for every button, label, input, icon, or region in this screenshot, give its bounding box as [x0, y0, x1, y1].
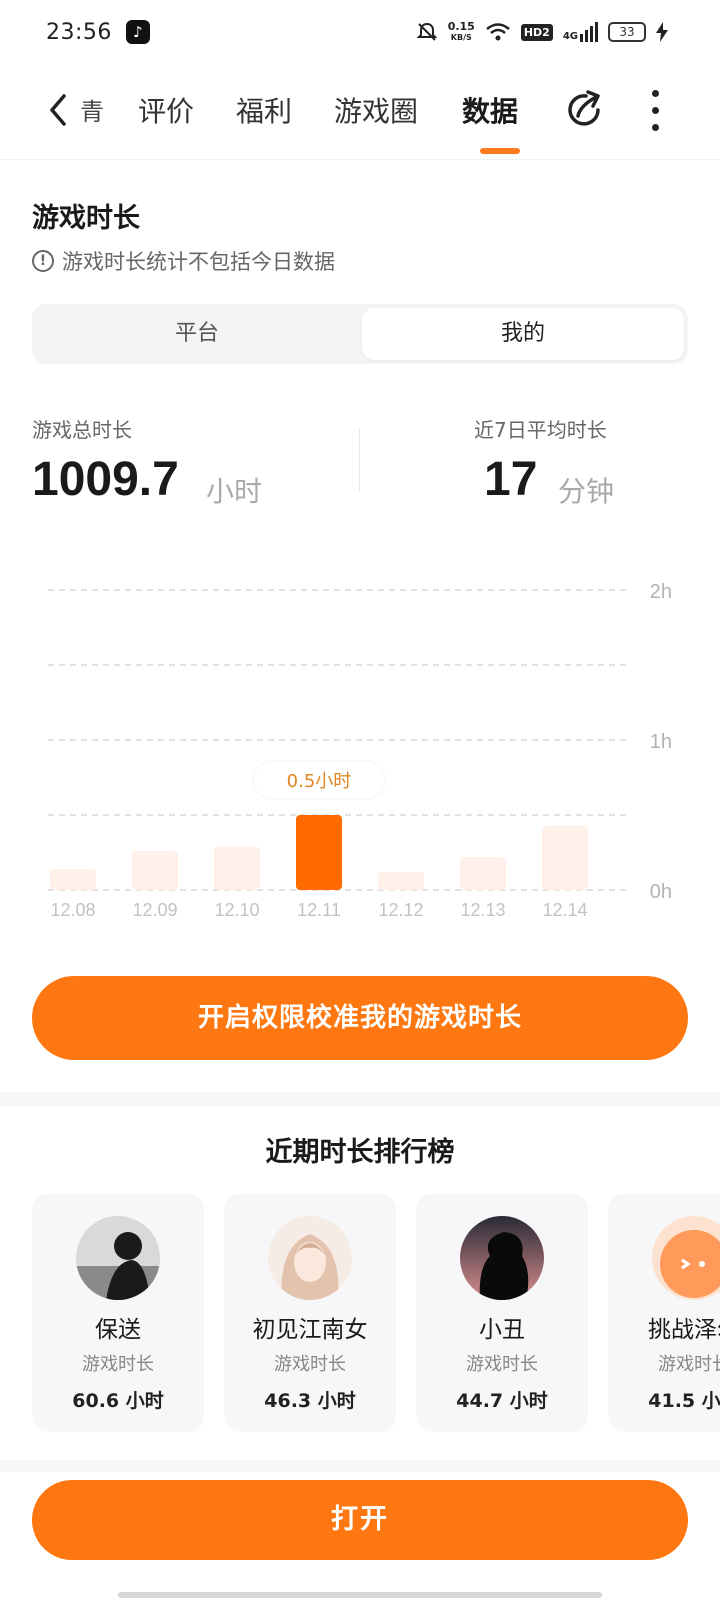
- charging-icon: [656, 22, 668, 42]
- chart-bar: [214, 846, 260, 890]
- chart-x-tick-label: 12.14: [542, 900, 587, 920]
- segment-platform[interactable]: 平台: [36, 308, 358, 360]
- network-type: 4G: [562, 31, 578, 42]
- play-time-bar-chart: 0h 1h 2h 12.08 12.09 12.10 12.11 0.5小时 12.12 12.1…: [48, 581, 672, 920]
- leaderboard-card[interactable]: 初见江南女 游戏时长 46.3 小时: [224, 1194, 396, 1432]
- total-time-unit: 小时: [206, 475, 263, 508]
- total-time-label: 游戏总时长: [32, 418, 132, 442]
- leaderboard-card[interactable]: 小丑 游戏时长 44.7 小时: [416, 1194, 588, 1432]
- share-icon[interactable]: [562, 88, 606, 132]
- leaderboard-value: 60.6 小时: [72, 1390, 164, 1412]
- chart-y-tick-label: 0h: [650, 881, 672, 903]
- chart-y-tick-label: 1h: [650, 731, 672, 753]
- tab-reviews[interactable]: 评价: [138, 92, 194, 132]
- cell-signal-icon: 4G: [563, 22, 598, 42]
- section-separator: [0, 1460, 720, 1472]
- section-separator: [0, 1092, 720, 1106]
- leaderboard-list[interactable]: 保送 游戏时长 60.6 小时 初见江南女 游戏时长 46.3 小时 小丑 游戏…: [0, 1194, 720, 1434]
- tiktok-icon: ♪: [125, 20, 150, 44]
- home-indicator[interactable]: [118, 1592, 602, 1598]
- segment-mine[interactable]: 我的: [362, 308, 684, 360]
- leaderboard-name: 保送: [95, 1317, 141, 1343]
- chart-data-label: 0.5小时: [287, 771, 352, 792]
- chart-bar-highlight: [296, 815, 342, 890]
- leaderboard-name: 挑战泽尔: [648, 1317, 720, 1343]
- leaderboard-title: 近期时长排行榜: [265, 1137, 455, 1168]
- tab-game-circle[interactable]: 游戏圈: [334, 92, 418, 132]
- avg-time-value: 17: [484, 453, 538, 506]
- chart-x-tick-label: 12.11: [297, 900, 341, 920]
- status-time: 23:56: [46, 19, 112, 45]
- leaderboard-value: 44.7 小时: [456, 1390, 548, 1412]
- net-speed-unit: KB/S: [450, 33, 472, 42]
- net-speed-value: 0.15: [447, 20, 475, 33]
- anime-girl-avatar: [268, 1216, 352, 1300]
- chart-x-tick-label: 12.13: [460, 900, 505, 920]
- tab-benefits[interactable]: 福利: [236, 92, 292, 132]
- top-nav: 青 评价 福利 游戏圈 数据: [0, 64, 720, 160]
- open-game-button[interactable]: 打开: [32, 1480, 688, 1560]
- status-icons: 0.15 KB/S HD2 4G 33: [416, 18, 668, 46]
- avg-time-unit: 分钟: [558, 475, 615, 508]
- scope-segmented-control: 平台 我的: [32, 304, 688, 364]
- chart-x-tick-label: 12.10: [214, 900, 259, 920]
- leaderboard-label: 游戏时长: [658, 1354, 720, 1375]
- total-time-value: 1009.7: [32, 453, 179, 506]
- shadow-portrait-avatar: [460, 1216, 544, 1300]
- calibrate-permission-button[interactable]: 开启权限校准我的游戏时长: [32, 976, 688, 1060]
- leaderboard-card[interactable]: 保送 游戏时长 60.6 小时: [32, 1194, 204, 1432]
- more-options-icon[interactable]: [650, 90, 660, 132]
- leaderboard-value: 46.3 小时: [264, 1390, 356, 1412]
- leaderboard-name: 小丑: [479, 1317, 525, 1343]
- chart-bar: [50, 869, 96, 890]
- chart-x-tick-label: 12.08: [50, 900, 95, 920]
- dark-silhouette-avatar: [76, 1216, 160, 1300]
- wifi-icon: [486, 23, 510, 41]
- tab-truncated[interactable]: 青: [80, 92, 104, 132]
- battery-icon: 33: [608, 22, 646, 42]
- chart-bar: [542, 825, 588, 890]
- leaderboard-label: 游戏时长: [274, 1354, 346, 1375]
- back-arrow-icon[interactable]: [44, 90, 80, 130]
- leaderboard-value: 41.5 小时: [648, 1390, 720, 1412]
- stats-note-text: 游戏时长统计不包括今日数据: [62, 250, 335, 274]
- chart-y-tick-label: 2h: [650, 581, 672, 603]
- chart-bar: [460, 857, 506, 890]
- status-bar: 23:56 ♪ 0.15 KB/S HD2 4G 33: [0, 0, 720, 64]
- chart-x-tick-label: 12.12: [378, 900, 423, 920]
- stats-note: ! 游戏时长统计不包括今日数据: [32, 246, 335, 276]
- orange-mascot-avatar: [652, 1216, 720, 1300]
- info-icon: !: [32, 250, 54, 272]
- leaderboard-label: 游戏时长: [466, 1354, 538, 1375]
- hd-badge: HD2: [520, 23, 553, 41]
- avg-time-label: 近7日平均时长: [474, 418, 607, 442]
- leaderboard-name: 初见江南女: [252, 1317, 368, 1343]
- leaderboard-card[interactable]: 挑战泽尔 游戏时长 41.5 小时: [608, 1194, 720, 1432]
- active-tab-indicator: [480, 148, 520, 154]
- tab-data[interactable]: 数据: [462, 92, 518, 132]
- section-title: 游戏时长: [32, 203, 140, 234]
- chart-x-tick-label: 12.09: [132, 900, 177, 920]
- chart-bar: [378, 872, 424, 890]
- leaderboard-label: 游戏时长: [82, 1354, 154, 1375]
- stat-divider: [359, 428, 360, 492]
- chart-bar: [132, 851, 178, 890]
- mute-bell-icon: [416, 22, 438, 41]
- net-speed: 0.15 KB/S: [448, 21, 475, 43]
